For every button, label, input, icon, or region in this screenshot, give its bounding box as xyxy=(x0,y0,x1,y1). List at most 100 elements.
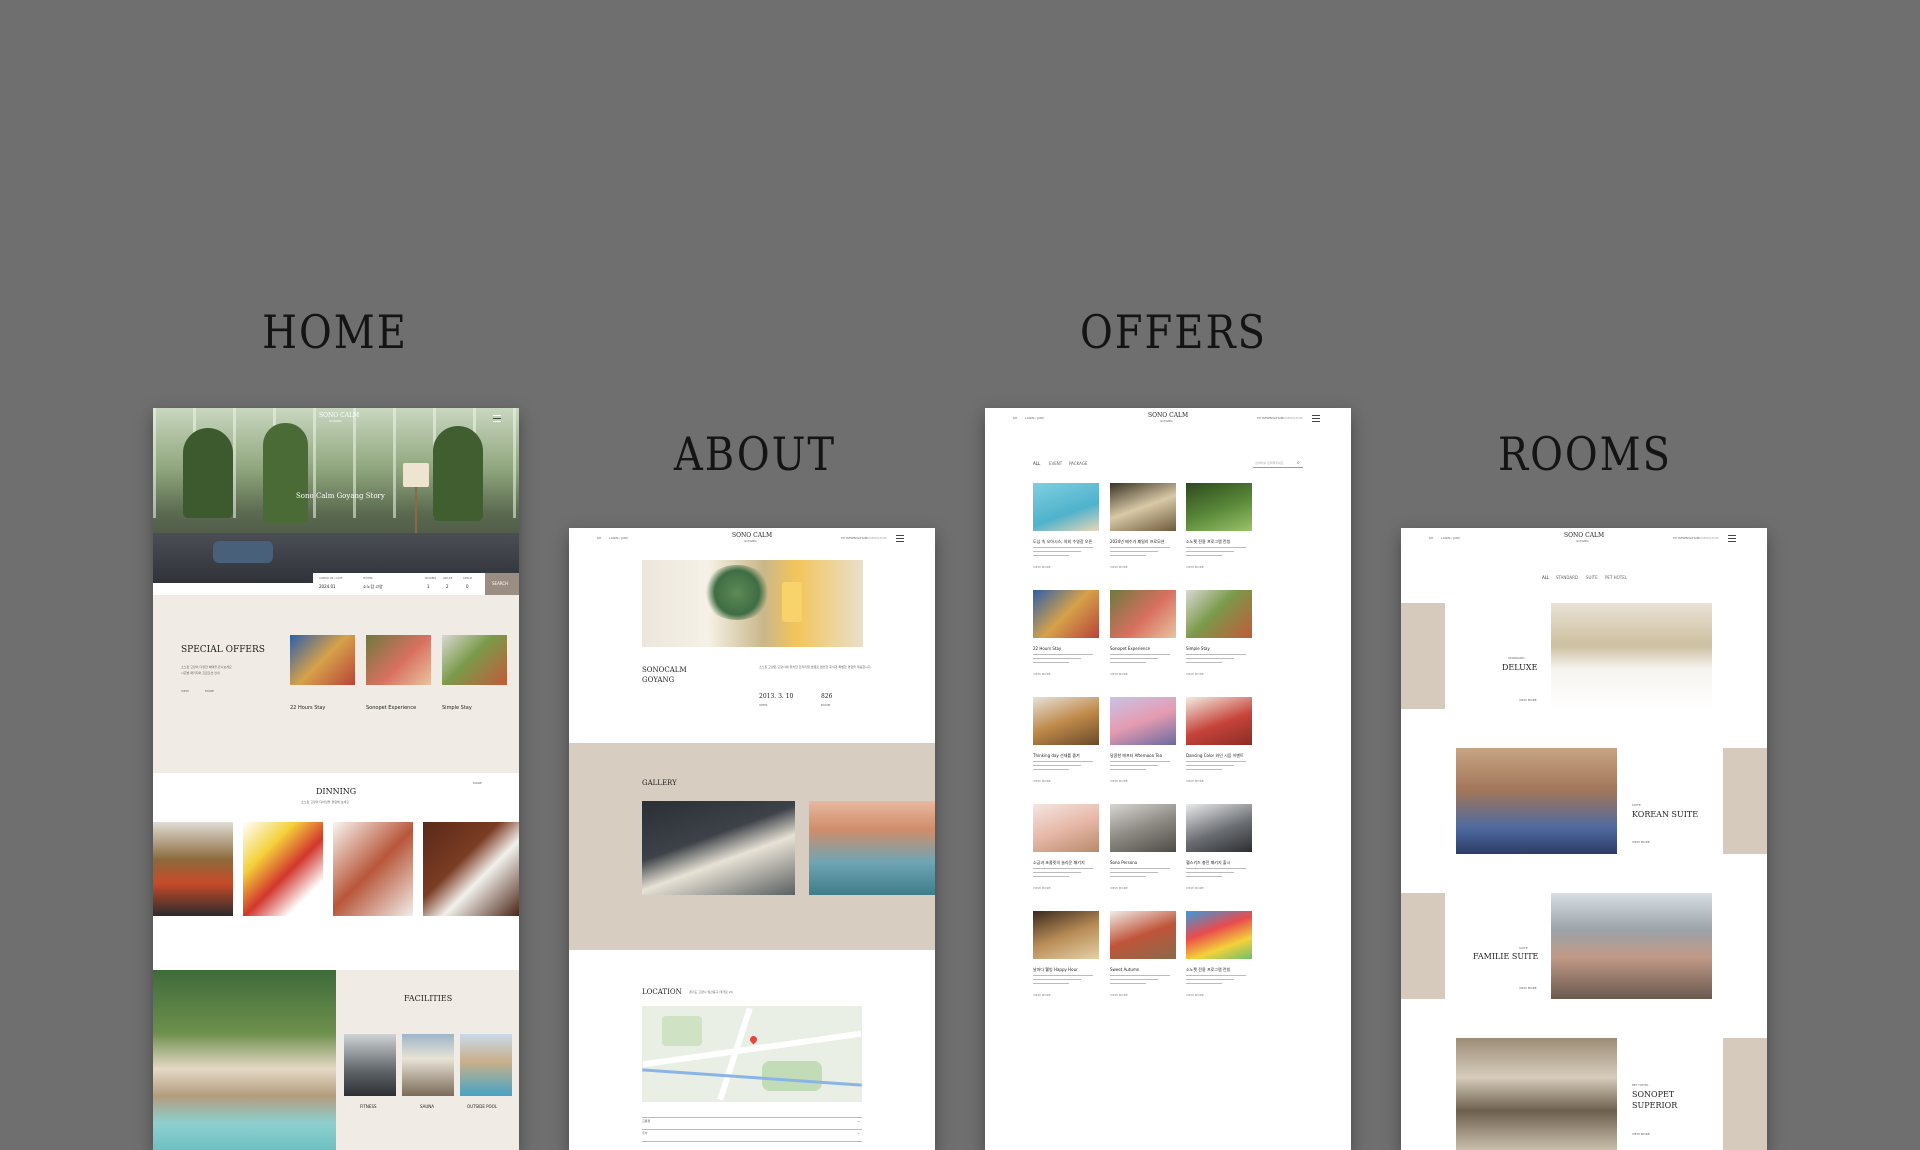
offer-card-title[interactable]: Sweet Autumn xyxy=(1110,967,1139,972)
offer-card-more-link[interactable]: VIEW MORE xyxy=(1033,779,1051,783)
about-reservation-link[interactable]: RESERVATION xyxy=(866,536,887,540)
offer-card-title[interactable]: 22 Hours Stay xyxy=(1033,646,1061,651)
home-menu-icon[interactable] xyxy=(493,415,501,422)
offers-search-input[interactable]: 검색어를 입력해주세요 xyxy=(1255,461,1284,465)
offer-card-image[interactable] xyxy=(1110,911,1176,959)
offers-lang[interactable]: KO xyxy=(1013,416,1017,420)
offer-card-title-3[interactable]: Simple Stay xyxy=(442,705,472,711)
offer-card-image[interactable] xyxy=(1186,697,1252,745)
offer-card-image[interactable] xyxy=(1110,590,1176,638)
offer-card-title-1[interactable]: 22 Hours Stay xyxy=(290,705,325,711)
offer-card[interactable]: Dancing Color 와인 시음 이벤트 VIEW MORE xyxy=(1186,697,1252,797)
offer-card[interactable]: 달콤한 애프터 Afternoon Tea VIEW MORE xyxy=(1110,697,1176,797)
room-image-2[interactable] xyxy=(1456,748,1617,854)
hotel-field[interactable]: 소노캄 고양 xyxy=(363,584,383,590)
offer-card-image[interactable] xyxy=(1186,483,1252,531)
rooms-tab-standard[interactable]: STANDARD xyxy=(1556,575,1578,580)
home-logo[interactable]: SONO CALM xyxy=(319,412,359,419)
rooms-tab-pet-hotel[interactable]: PET HOTEL xyxy=(1605,575,1627,580)
offer-card-image[interactable] xyxy=(1033,804,1099,852)
offer-card-more-link[interactable]: VIEW MORE xyxy=(1186,886,1204,890)
offer-card-title[interactable]: Simple Stay xyxy=(1186,646,1210,651)
offer-card-more-link[interactable]: VIEW MORE xyxy=(1110,993,1128,997)
offer-card-title[interactable]: 소노펫 전용 프로그램 런칭 xyxy=(1186,967,1230,973)
offer-card-more-link[interactable]: VIEW MORE xyxy=(1033,672,1051,676)
offer-card-title[interactable]: 도심 속 오아시스, 야외 수영장 오픈 xyxy=(1033,539,1092,545)
offer-card-image[interactable] xyxy=(1186,804,1252,852)
rooms-reservation-link[interactable]: RESERVATION xyxy=(1698,536,1719,540)
offer-card[interactable]: Sono Persona VIEW MORE xyxy=(1110,804,1176,904)
offers-reservation-link[interactable]: RESERVATION xyxy=(1282,416,1303,420)
offer-card-more-link[interactable]: VIEW MORE xyxy=(1186,993,1204,997)
offers-menu-icon[interactable] xyxy=(1312,415,1320,422)
offer-card-title[interactable]: 소금과 초콜릿의 놀라운 패키지 xyxy=(1033,860,1085,866)
offer-card-title[interactable]: 날마다 웰빙 Happy Hour xyxy=(1033,967,1078,973)
offer-card[interactable]: Sonopet Experience VIEW MORE xyxy=(1110,590,1176,690)
about-logo[interactable]: SONO CALM xyxy=(732,532,772,539)
room-name-3[interactable]: FAMILIE SUITE xyxy=(1473,952,1538,961)
offer-card-more-link[interactable]: VIEW MORE xyxy=(1110,886,1128,890)
offer-card-image[interactable] xyxy=(1033,590,1099,638)
facility-image-fitness[interactable] xyxy=(344,1034,396,1096)
offer-card-title[interactable]: Sono Persona xyxy=(1110,860,1137,865)
offer-card-image[interactable] xyxy=(1110,697,1176,745)
checkin-field[interactable]: 2024.01 xyxy=(319,584,336,589)
gallery-image-2[interactable] xyxy=(809,801,935,895)
offer-card-more-link[interactable]: VIEW MORE xyxy=(1186,672,1204,676)
location-accordion-1[interactable]: 교통편 xyxy=(642,1119,650,1123)
gallery-image-1[interactable] xyxy=(642,801,795,895)
offer-card-title-2[interactable]: Sonopet Experience xyxy=(366,705,416,711)
offer-card-title[interactable]: Dancing Color 와인 시음 이벤트 xyxy=(1186,753,1244,759)
location-accordion-2[interactable]: 주차 xyxy=(642,1131,648,1135)
offer-card-title[interactable]: Sonopet Experience xyxy=(1110,646,1150,651)
offers-tab-event[interactable]: EVENT xyxy=(1049,461,1062,466)
offer-card[interactable]: 소노펫 전용 프로그램 런칭 VIEW MORE xyxy=(1186,483,1252,583)
room-more-1[interactable]: VIEW MORE xyxy=(1519,698,1537,702)
adult-field[interactable]: 2 xyxy=(446,584,449,589)
offer-card-image[interactable] xyxy=(1033,911,1099,959)
offer-card-title[interactable]: 소노펫 전용 프로그램 런칭 xyxy=(1186,539,1230,545)
rooms-my-reservation-link[interactable]: MY RESERVATION xyxy=(1673,536,1699,540)
rooms-field[interactable]: 1 xyxy=(427,584,430,589)
offer-card[interactable]: Sweet Autumn VIEW MORE xyxy=(1110,911,1176,1011)
offer-card[interactable]: 소노펫 전용 프로그램 런칭 VIEW MORE xyxy=(1186,911,1252,1011)
offer-card-image[interactable] xyxy=(1186,590,1252,638)
rooms-lang[interactable]: KO xyxy=(1429,536,1433,540)
rooms-login-link[interactable]: LOGIN / JOIN xyxy=(1441,536,1460,540)
offers-logo[interactable]: SONO CALM xyxy=(1148,412,1188,419)
offer-card-more-link[interactable]: VIEW MORE xyxy=(1033,886,1051,890)
offer-card[interactable]: 22 Hours Stay VIEW MORE xyxy=(1033,590,1099,690)
search-icon[interactable]: ⌕ xyxy=(1297,460,1300,466)
rooms-menu-icon[interactable] xyxy=(1728,535,1736,542)
room-name-2[interactable]: KOREAN SUITE xyxy=(1632,810,1698,819)
offer-card-image-3[interactable] xyxy=(442,635,507,685)
room-name-4b[interactable]: SUPERIOR xyxy=(1632,1101,1677,1110)
about-menu-icon[interactable] xyxy=(896,535,904,542)
offers-tab-all[interactable]: ALL xyxy=(1033,461,1040,466)
offer-card-title[interactable]: 달콤한 애프터 Afternoon Tea xyxy=(1110,753,1162,759)
offers-login-link[interactable]: LOGIN / JOIN xyxy=(1025,416,1044,420)
offer-card[interactable]: 날마다 웰빙 Happy Hour VIEW MORE xyxy=(1033,911,1099,1011)
offer-card-more-link[interactable]: VIEW MORE xyxy=(1186,779,1204,783)
special-offers-link-1[interactable]: VIEW xyxy=(181,689,189,693)
offer-card-more-link[interactable]: VIEW MORE xyxy=(1033,565,1051,569)
offer-card-more-link[interactable]: VIEW MORE xyxy=(1110,779,1128,783)
rooms-logo[interactable]: SONO CALM xyxy=(1564,532,1604,539)
offer-card[interactable]: 헬스키즈 충전 패키지 출시 VIEW MORE xyxy=(1186,804,1252,904)
facility-image-sauna[interactable] xyxy=(402,1034,454,1096)
offer-card-image[interactable] xyxy=(1033,483,1099,531)
offers-my-reservation-link[interactable]: MY RESERVATION xyxy=(1257,416,1283,420)
offer-card-image[interactable] xyxy=(1110,804,1176,852)
offer-card[interactable]: Simple Stay VIEW MORE xyxy=(1186,590,1252,690)
offer-card[interactable]: 소금과 초콜릿의 놀라운 패키지 VIEW MORE xyxy=(1033,804,1099,904)
offer-card-more-link[interactable]: VIEW MORE xyxy=(1110,672,1128,676)
offer-card-more-link[interactable]: VIEW MORE xyxy=(1033,993,1051,997)
room-name-1[interactable]: DELUXE xyxy=(1502,663,1537,672)
about-lang[interactable]: KO xyxy=(597,536,601,540)
offer-card-image[interactable] xyxy=(1110,483,1176,531)
room-name-4a[interactable]: SONOPET xyxy=(1632,1090,1674,1099)
offer-card-image[interactable] xyxy=(1186,911,1252,959)
rooms-tab-all[interactable]: ALL xyxy=(1542,575,1549,580)
about-my-reservation-link[interactable]: MY RESERVATION xyxy=(841,536,867,540)
location-map[interactable] xyxy=(642,1006,862,1102)
